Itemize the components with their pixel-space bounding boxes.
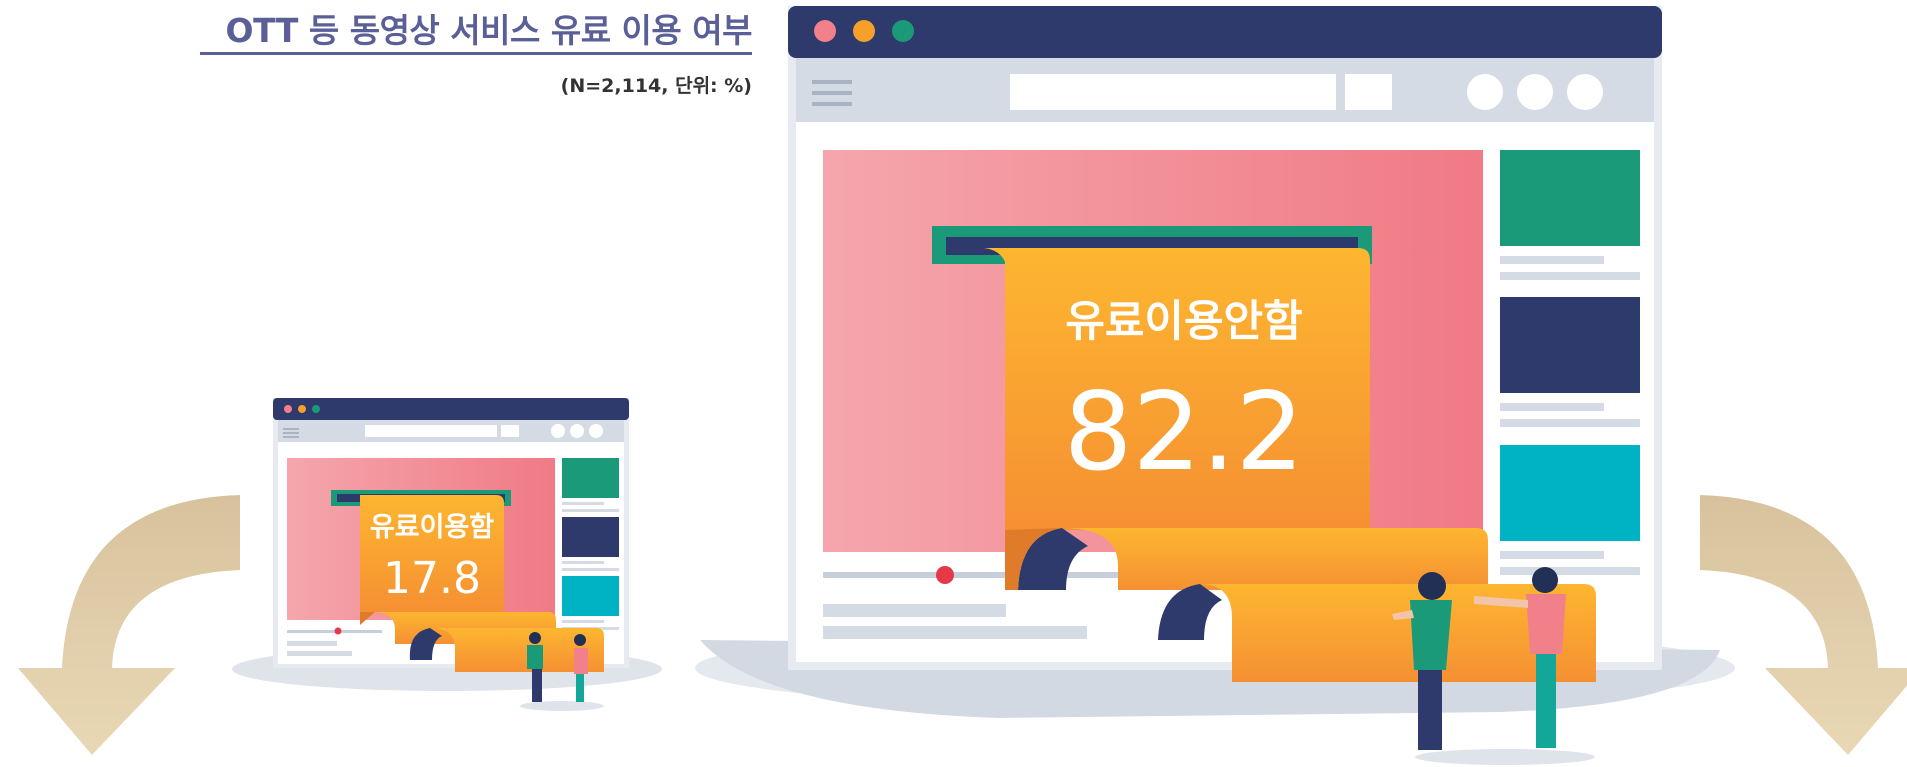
right-arrow-icon xyxy=(1700,495,1907,755)
illustration-svg: 유료이용함 17.8 유료이용안함 82.2 xyxy=(18,6,1907,765)
category-label-paid: 유료이용함 xyxy=(370,512,494,543)
infographic-scene: OTT 등 동영상 서비스 유료 이용 여부 (N=2,114, 단위: %) xyxy=(0,0,1907,767)
category-label-unpaid: 유료이용안함 xyxy=(1065,297,1302,347)
left-arrow-icon xyxy=(18,495,240,755)
value-label-unpaid: 82.2 xyxy=(1064,370,1304,495)
small-browser-illustration xyxy=(232,398,662,691)
value-label-paid: 17.8 xyxy=(383,553,481,604)
large-browser-illustration xyxy=(695,6,1735,718)
